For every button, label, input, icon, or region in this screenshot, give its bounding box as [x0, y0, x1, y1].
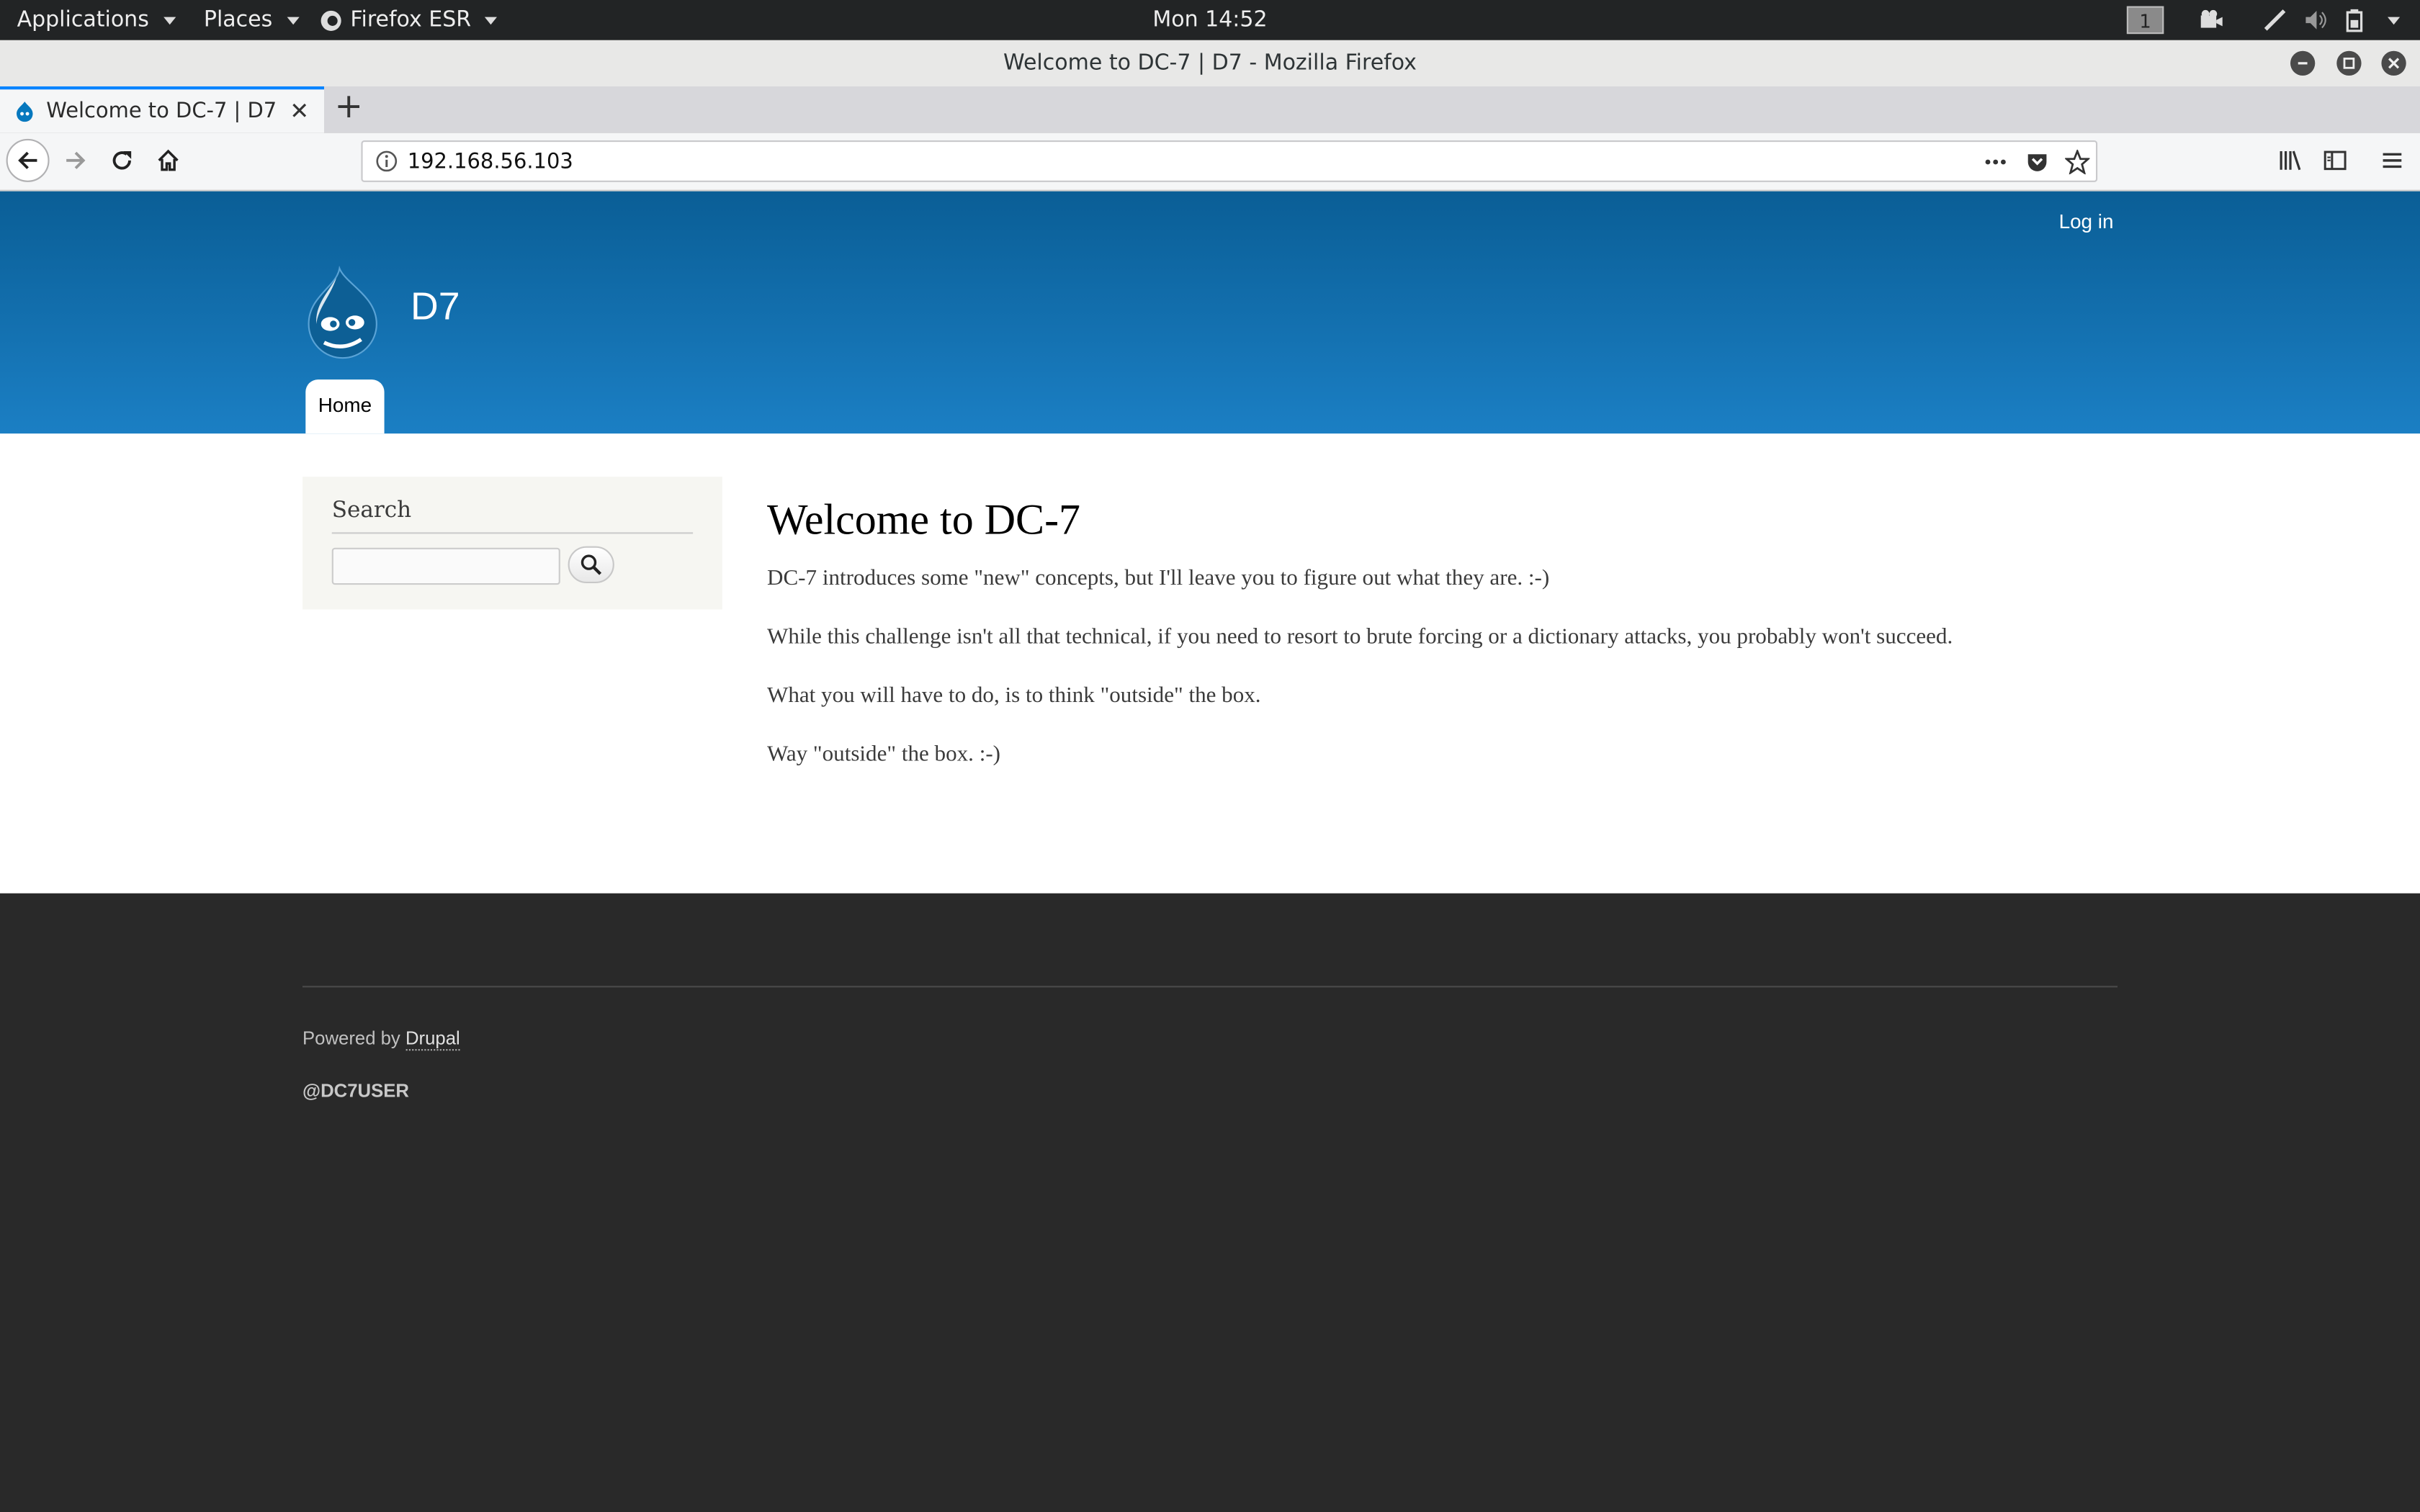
drupal-link[interactable]: Drupal [405, 1027, 460, 1051]
paragraph: DC-7 introduces some "new" concepts, but… [767, 566, 1550, 591]
back-button[interactable] [6, 138, 50, 182]
pocket-icon[interactable] [2025, 150, 2049, 174]
site-header: Log in D7 Home [0, 191, 2420, 434]
workspace-indicator[interactable]: 1 [2126, 6, 2164, 35]
paragraph: Way "outside" the box. :-) [767, 742, 1001, 767]
system-top-bar: Applications Places Firefox ESR Mon 14:5… [0, 0, 2420, 40]
navigation-toolbar [0, 132, 2420, 192]
maximize-icon [2343, 58, 2355, 69]
address-bar[interactable] [361, 140, 2098, 182]
clock[interactable]: Mon 14:52 [0, 0, 2420, 40]
arrow-left-icon [18, 151, 37, 169]
battery-icon[interactable] [2344, 6, 2366, 35]
info-icon[interactable] [375, 150, 398, 173]
search-icon [581, 554, 602, 575]
open-menu-button[interactable] [2370, 139, 2414, 182]
forward-button[interactable] [54, 139, 97, 182]
reload-icon [112, 151, 132, 170]
search-input[interactable] [331, 547, 560, 585]
arrow-right-icon [66, 151, 86, 169]
site-name[interactable]: D7 [411, 285, 460, 330]
camera-icon[interactable] [2200, 6, 2224, 35]
hamburger-menu-icon [2383, 153, 2402, 168]
system-menu[interactable] [2381, 6, 2401, 35]
paragraph: What you will have to do, is to think "o… [767, 683, 1261, 708]
page-title: Welcome to DC-7 [767, 497, 1081, 545]
search-block-title: Search [331, 498, 412, 523]
home-icon [158, 149, 179, 171]
new-tab-button[interactable]: + [331, 89, 367, 130]
minimize-icon [2298, 62, 2308, 65]
drupal-favicon-icon [17, 102, 33, 122]
bookmark-star-icon[interactable] [2065, 149, 2090, 175]
screen: Applications Places Firefox ESR Mon 14:5… [0, 0, 2420, 1512]
site-footer: Powered by Drupal @DC7USER [0, 893, 2420, 1512]
tab-title: Welcome to DC-7 | D7 [46, 99, 277, 124]
maximize-button[interactable] [2336, 50, 2362, 76]
sidebar-toggle-button[interactable] [2313, 139, 2357, 182]
close-window-button[interactable] [2381, 50, 2406, 76]
paragraph: While this challenge isn't all that tech… [767, 624, 1953, 650]
powered-by-label: Powered by [302, 1027, 400, 1050]
sidebar-icon [2323, 150, 2347, 171]
reload-button[interactable] [100, 139, 143, 182]
main-content: Welcome to DC-7 DC-7 introduces some "ne… [767, 492, 2156, 767]
search-block: Search [302, 477, 722, 610]
window-title-bar: Welcome to DC-7 | D7 - Mozilla Firefox [0, 40, 2420, 87]
drupal-logo-icon[interactable] [302, 265, 386, 361]
window-title: Welcome to DC-7 | D7 - Mozilla Firefox [1003, 50, 1417, 76]
pen-icon[interactable] [2262, 6, 2287, 35]
home-button[interactable] [147, 139, 190, 182]
minimize-button[interactable] [2290, 50, 2316, 76]
library-icon [2280, 150, 2301, 171]
clock-label: Mon 14:52 [1152, 7, 1268, 32]
library-button[interactable] [2269, 139, 2312, 182]
web-page: Log in D7 Home Search Welcome to DC-7 DC… [0, 191, 2420, 1512]
more-actions-icon[interactable] [1981, 150, 2009, 174]
powered-by: Powered by Drupal [302, 1027, 460, 1051]
url-input[interactable] [407, 146, 1797, 176]
search-button[interactable] [568, 546, 614, 583]
chevron-down-icon [2388, 16, 2401, 24]
tab-welcome[interactable]: Welcome to DC-7 | D7 ✕ [0, 86, 324, 133]
volume-icon[interactable] [2304, 6, 2329, 35]
tab-strip: Welcome to DC-7 | D7 ✕ + [0, 86, 2420, 133]
divider [331, 532, 694, 534]
footer-divider [302, 986, 2118, 988]
close-icon [2388, 58, 2400, 69]
nav-tab-home[interactable]: Home [305, 379, 385, 434]
footer-user-text: @DC7USER [302, 1080, 409, 1102]
close-tab-icon[interactable]: ✕ [287, 97, 312, 125]
login-link[interactable]: Log in [2059, 210, 2114, 233]
